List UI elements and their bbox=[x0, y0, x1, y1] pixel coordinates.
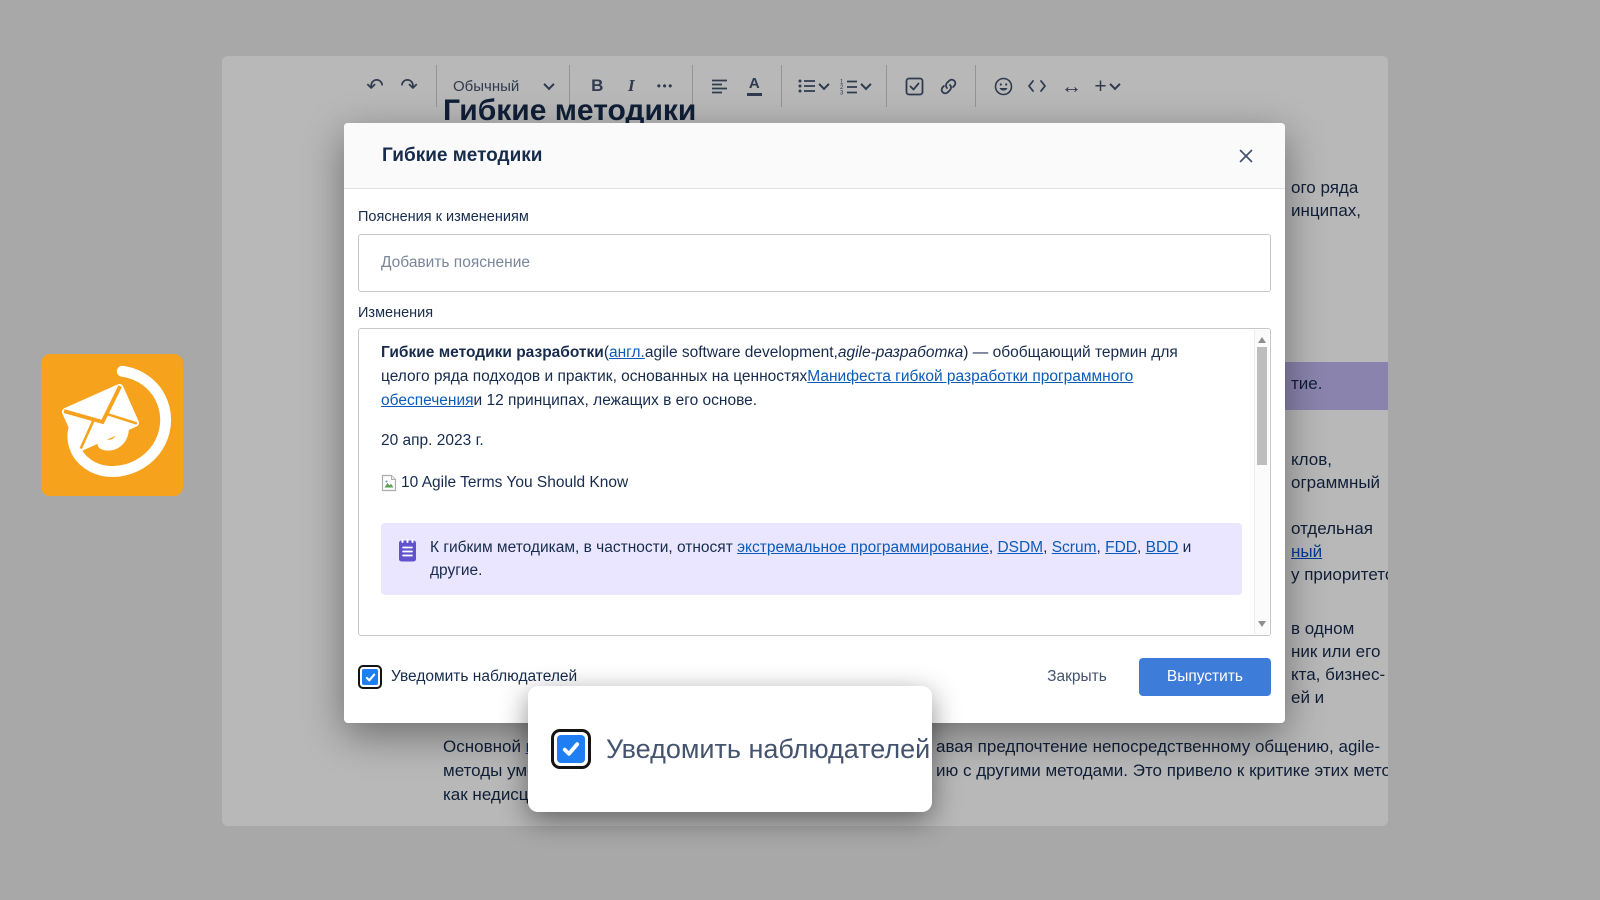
changes-preview: Гибкие методики разработки(англ.agile so… bbox=[358, 328, 1271, 636]
close-button[interactable] bbox=[1231, 141, 1261, 171]
preview-paragraph: Гибкие методики разработки(англ.agile so… bbox=[381, 341, 1226, 413]
scroll-down-arrow-icon[interactable] bbox=[1258, 621, 1266, 627]
bdd-link[interactable]: BDD bbox=[1146, 539, 1179, 556]
scrollbar[interactable] bbox=[1254, 330, 1269, 634]
close-dialog-button[interactable]: Закрыть bbox=[1029, 659, 1125, 695]
publish-dialog: Гибкие методики Пояснения к изменениям И… bbox=[344, 123, 1285, 723]
italic-text: agile-разработка bbox=[838, 344, 963, 361]
broken-image-line: 10 Agile Terms You Should Know bbox=[381, 471, 1226, 495]
mail-badge bbox=[41, 354, 183, 496]
check-icon bbox=[560, 738, 582, 760]
note-panel-text: К гибким методикам, в частности, относят… bbox=[430, 536, 1224, 582]
notify-watchers-label-magnified: Уведомить наблюдателей bbox=[606, 734, 930, 765]
note-panel: К гибким методикам, в частности, относят… bbox=[381, 523, 1242, 595]
checkbox-fill bbox=[362, 669, 378, 685]
xp-link[interactable]: экстремальное программирование bbox=[737, 539, 989, 556]
notify-watchers-checkbox-magnified[interactable] bbox=[551, 729, 591, 769]
dsdm-link[interactable]: DSDM bbox=[997, 539, 1043, 556]
check-icon bbox=[364, 671, 377, 684]
date-text: 20 апр. 2023 г. bbox=[381, 429, 1226, 453]
notepad-icon bbox=[396, 538, 419, 563]
bold-text: Гибкие методики разработки bbox=[381, 344, 604, 361]
changes-label: Изменения bbox=[358, 305, 1271, 321]
comment-input[interactable] bbox=[358, 234, 1271, 292]
comment-label: Пояснения к изменениям bbox=[358, 209, 1271, 225]
dialog-body: Пояснения к изменениям Изменения Гибкие … bbox=[344, 209, 1285, 696]
lang-link[interactable]: англ. bbox=[609, 344, 645, 361]
envelope-swirl-icon bbox=[48, 361, 176, 489]
changes-content: Гибкие методики разработки(англ.agile so… bbox=[359, 329, 1270, 636]
image-alt-text: 10 Agile Terms You Should Know bbox=[401, 471, 628, 495]
broken-image-icon bbox=[381, 474, 397, 492]
text: , bbox=[1097, 539, 1106, 556]
text: , bbox=[1137, 539, 1146, 556]
close-icon bbox=[1238, 148, 1254, 164]
scrum-link[interactable]: Scrum bbox=[1052, 539, 1097, 556]
checkbox-fill bbox=[557, 735, 585, 763]
publish-button[interactable]: Выпустить bbox=[1139, 658, 1271, 696]
dialog-title: Гибкие методики bbox=[382, 145, 542, 167]
fdd-link[interactable]: FDD bbox=[1105, 539, 1137, 556]
scroll-up-arrow-icon[interactable] bbox=[1258, 337, 1266, 343]
footer-actions: Закрыть Выпустить bbox=[1029, 658, 1271, 696]
dialog-header: Гибкие методики bbox=[344, 123, 1285, 189]
notify-watchers-label: Уведомить наблюдателей bbox=[391, 668, 577, 686]
text: , bbox=[1043, 539, 1052, 556]
scrollbar-thumb[interactable] bbox=[1257, 347, 1267, 465]
magnifier-popup: Уведомить наблюдателей bbox=[528, 686, 932, 812]
text: К гибким методикам, в частности, относят bbox=[430, 539, 737, 556]
text: и 12 принципах, лежащих в его основе. bbox=[474, 392, 758, 409]
screen: ↶ ↷ Обычный B I ••• A bbox=[0, 0, 1600, 900]
text: agile software development, bbox=[645, 344, 838, 361]
notify-watchers-checkbox[interactable] bbox=[358, 665, 382, 689]
